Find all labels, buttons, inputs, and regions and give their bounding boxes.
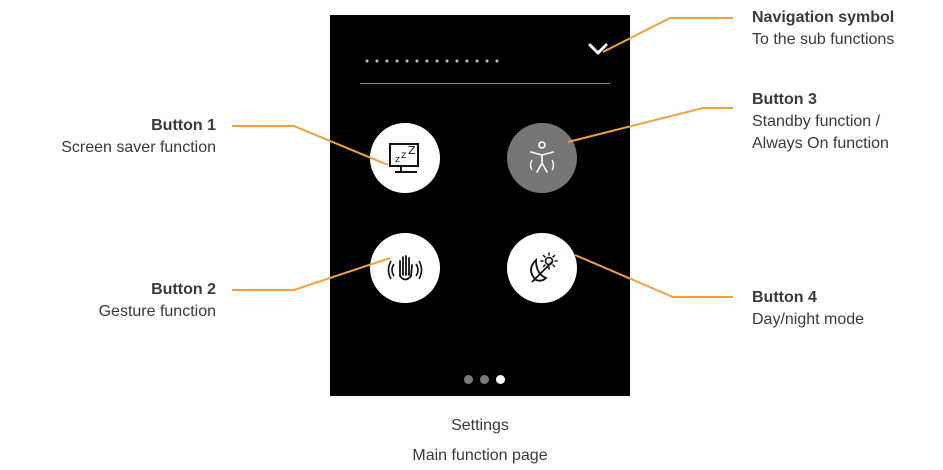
divider-line bbox=[360, 83, 610, 84]
pager-dot-3-active[interactable] bbox=[496, 375, 505, 384]
device-screen: z z Z bbox=[330, 15, 630, 396]
label-nav-title: Navigation symbol bbox=[752, 9, 895, 26]
label-b1-title: Button 1 bbox=[151, 117, 216, 134]
label-b3-desc1: Standby function / bbox=[752, 113, 881, 130]
screen-saver-button[interactable]: z z Z bbox=[370, 123, 440, 193]
label-b2-title: Button 2 bbox=[151, 281, 216, 298]
gesture-hand-icon bbox=[387, 255, 423, 281]
day-night-button[interactable] bbox=[507, 233, 577, 303]
page-indicator-dots bbox=[362, 59, 502, 63]
label-b4-title: Button 4 bbox=[752, 289, 817, 306]
label-b2-desc: Gesture function bbox=[98, 303, 216, 320]
label-b3-title: Button 3 bbox=[752, 91, 817, 108]
label-button-2: Button 2 Gesture function bbox=[99, 279, 216, 323]
chevron-down-icon[interactable] bbox=[586, 37, 610, 61]
caption-settings: Settings bbox=[451, 417, 509, 434]
label-b4-desc: Day/night mode bbox=[752, 311, 865, 328]
screen-saver-icon: z z Z bbox=[389, 143, 419, 173]
label-button-1: Button 1 Screen saver function bbox=[61, 115, 216, 159]
label-nav-desc: To the sub functions bbox=[752, 31, 895, 48]
day-night-icon bbox=[530, 252, 558, 283]
svg-text:z: z bbox=[395, 155, 400, 165]
label-navigation-symbol: Navigation symbol To the sub functions bbox=[752, 7, 894, 51]
gesture-button[interactable] bbox=[370, 233, 440, 303]
label-button-3: Button 3 Standby function / Always On fu… bbox=[752, 89, 889, 155]
standby-person-icon bbox=[529, 141, 555, 173]
svg-text:Z: Z bbox=[408, 144, 416, 157]
standby-button[interactable] bbox=[507, 123, 577, 193]
label-b3-desc2: Always On function bbox=[752, 135, 889, 152]
svg-text:z: z bbox=[401, 150, 406, 161]
label-button-4: Button 4 Day/night mode bbox=[752, 287, 864, 331]
caption-main-function-page: Main function page bbox=[412, 447, 548, 464]
pager-dot-2[interactable] bbox=[480, 375, 489, 384]
pager-dots bbox=[460, 373, 510, 385]
pager-dot-1[interactable] bbox=[464, 375, 473, 384]
label-b1-desc: Screen saver function bbox=[61, 139, 216, 156]
